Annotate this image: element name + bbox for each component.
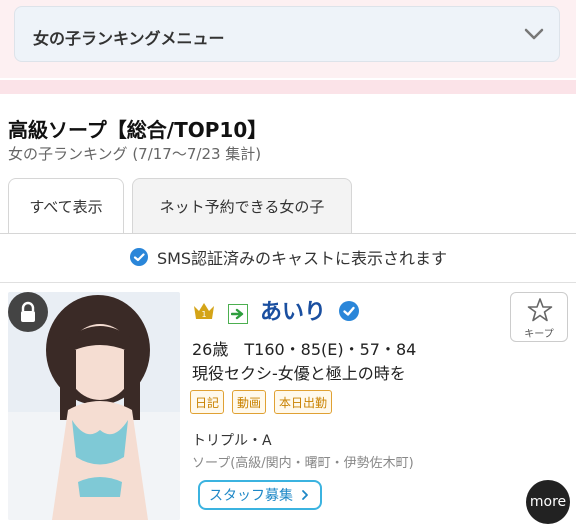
tag-diary[interactable]: 日記 — [190, 390, 225, 414]
divider — [0, 282, 576, 283]
keep-label: キープ — [524, 329, 554, 340]
tab-all-label: すべて表示 — [29, 198, 103, 216]
cast-stats: 26歳 T160・85(E)・57・84 — [192, 340, 417, 359]
star-icon — [527, 298, 553, 322]
cast-catchphrase: 現役セクシ-女優と極上の時を — [192, 364, 406, 383]
menu-title: 女の子ランキングメニュー — [33, 29, 225, 48]
divider-strip — [0, 80, 576, 94]
chevron-down-icon — [524, 28, 544, 40]
rank-change-arrow-icon — [228, 304, 248, 324]
lock-icon — [8, 292, 48, 332]
sms-notice: SMS認証済みのキャストに表示されます — [0, 234, 576, 280]
sms-notice-text: SMS認証済みのキャストに表示されます — [156, 249, 448, 268]
tab-net-reservation[interactable]: ネット予約できる女の子 — [132, 178, 352, 234]
page-subtitle: 女の子ランキング (7/17〜7/23 集計) — [8, 145, 262, 163]
more-button[interactable]: more — [526, 480, 570, 524]
keep-button[interactable]: キープ — [510, 292, 568, 342]
shop-name[interactable]: トリプル・A — [192, 430, 272, 450]
tag-video[interactable]: 動画 — [232, 390, 267, 414]
tab-all[interactable]: すべて表示 — [8, 178, 124, 234]
shop-area: ソープ(高級/関内・曙町・伊勢佐木町) — [192, 456, 414, 471]
verified-icon — [338, 300, 360, 326]
tag-today-attendance: 本日出勤 — [274, 390, 333, 414]
chevron-right-icon — [302, 490, 308, 500]
staff-recruit-label: スタッフ募集 — [209, 488, 293, 504]
page-title: 高級ソープ【総合/TOP10】 — [8, 118, 268, 142]
ranking-menu-dropdown[interactable]: 女の子ランキングメニュー — [14, 6, 560, 62]
cast-name[interactable]: あいり — [260, 294, 326, 326]
tab-net-label: ネット予約できる女の子 — [159, 198, 325, 216]
staff-recruit-button[interactable]: スタッフ募集 — [198, 480, 322, 510]
rank-number: 1 — [201, 310, 206, 319]
verified-check-icon — [129, 248, 148, 266]
rank-crown-icon: 1 — [192, 300, 216, 326]
